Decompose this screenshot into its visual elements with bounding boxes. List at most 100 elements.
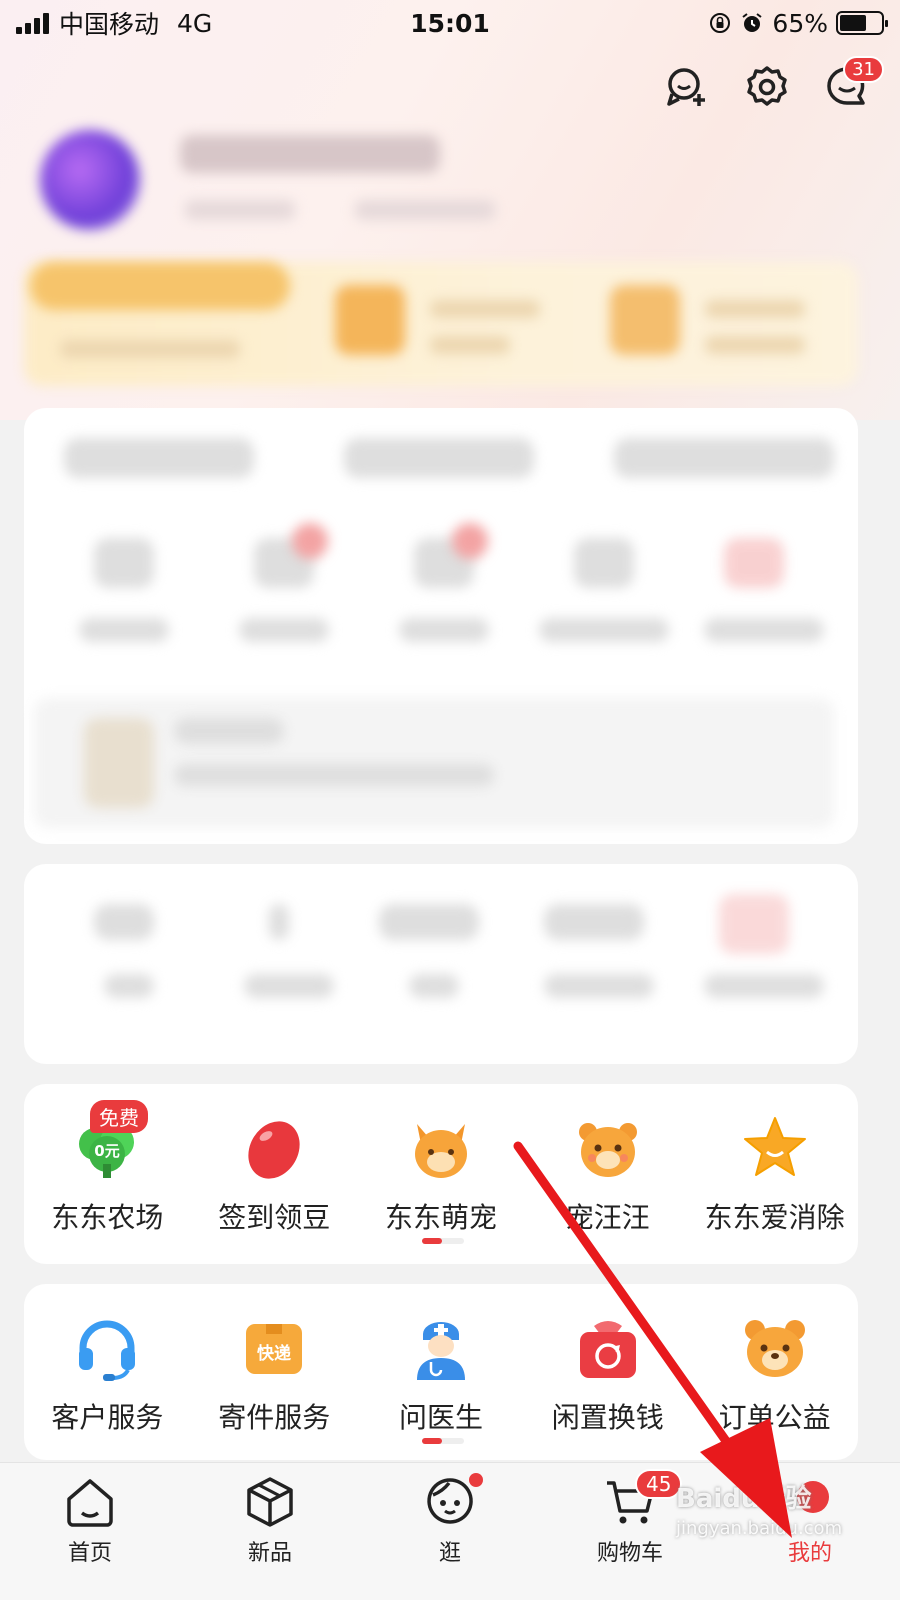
- menu-label: 签到领豆: [218, 1201, 331, 1234]
- network-type: 4G: [177, 8, 213, 38]
- blurred-value: [94, 904, 154, 940]
- blurred-text: [704, 974, 824, 998]
- profile-stat-blurred: [185, 200, 295, 220]
- alarm-icon: [742, 13, 763, 32]
- blurred-text: [244, 974, 334, 998]
- blurred-icon: [574, 538, 634, 588]
- blurred-product-image: [84, 718, 154, 808]
- nav-label: 购物车: [596, 1541, 663, 1566]
- menu-item-customer-service[interactable]: 客户服务: [24, 1284, 191, 1436]
- blurred-text: [539, 618, 669, 642]
- avatar[interactable]: [40, 130, 140, 230]
- cart-icon: 45: [603, 1469, 683, 1529]
- blurred-icon: [94, 538, 154, 588]
- membership-text-blurred: [705, 300, 805, 318]
- message-icon[interactable]: 31: [824, 56, 884, 110]
- assets-card-blurred: [24, 864, 858, 1064]
- nav-label: 新品: [247, 1541, 292, 1566]
- menu-item-doctor[interactable]: 问医生: [358, 1284, 525, 1436]
- blurred-tab: [614, 438, 834, 478]
- menu-item-elimination[interactable]: 东东爱消除: [691, 1084, 858, 1236]
- blurred-order-tracking: [34, 698, 834, 828]
- menu-label: 宠汪汪: [565, 1201, 650, 1234]
- nav-label: 首页: [67, 1541, 112, 1566]
- membership-text-blurred: [705, 336, 805, 354]
- menu-item-charity[interactable]: 订单公益: [691, 1284, 858, 1436]
- box-icon: [243, 1475, 297, 1529]
- express-box-icon: 快递: [240, 1314, 308, 1382]
- services-pager: [422, 1438, 464, 1444]
- games-pager: [422, 1238, 464, 1244]
- dog-icon: [574, 1114, 642, 1182]
- star-icon: [741, 1114, 809, 1182]
- watermark-url: jingyan.baidu.com: [676, 1518, 843, 1539]
- menu-item-cute-pet[interactable]: 东东萌宠: [358, 1084, 525, 1236]
- cute-pet-icon: [407, 1114, 475, 1182]
- farm-icon-text: 0元: [95, 1142, 120, 1160]
- nav-discover[interactable]: 逛: [360, 1463, 540, 1600]
- blurred-icon: [724, 538, 784, 588]
- nav-home[interactable]: 首页: [0, 1463, 180, 1600]
- home-icon: [63, 1475, 117, 1529]
- blurred-text: [399, 618, 489, 642]
- menu-item-dog[interactable]: 宠汪汪: [524, 1084, 691, 1236]
- blurred-icon: [719, 894, 789, 954]
- bear-icon: [741, 1314, 809, 1382]
- express-icon-text: 快递: [257, 1343, 291, 1364]
- red-bean-icon: [240, 1114, 308, 1182]
- nav-new-products[interactable]: 新品: [180, 1463, 360, 1600]
- blurred-tab: [344, 438, 534, 478]
- gear-icon[interactable]: [744, 64, 790, 110]
- membership-text-blurred: [430, 336, 510, 354]
- menu-label: 东东萌宠: [384, 1201, 497, 1234]
- status-bar: 中国移动 4G 15:01 65%: [0, 0, 900, 46]
- services-card: 客户服务 快递 寄件服务 问医生 闲置换钱 订单公益: [24, 1284, 858, 1460]
- menu-item-farm[interactable]: 0元 免费 东东农场: [24, 1084, 191, 1236]
- headset-icon: [73, 1314, 141, 1382]
- membership-text-blurred: [60, 340, 240, 358]
- blurred-text: [174, 718, 284, 744]
- username-blurred: [180, 135, 440, 173]
- new-dot: [469, 1473, 483, 1487]
- orders-card-blurred: [24, 408, 858, 844]
- blurred-text: [79, 618, 169, 642]
- blurred-text: [704, 618, 824, 642]
- menu-label: 问医生: [398, 1401, 483, 1434]
- blurred-tab: [64, 438, 254, 478]
- menu-label: 客户服务: [51, 1401, 164, 1434]
- blurred-value: [379, 904, 479, 940]
- nav-label: 我的: [787, 1541, 832, 1566]
- signal-icon: [16, 12, 49, 34]
- doctor-icon: [407, 1314, 475, 1382]
- menu-label: 东东农场: [51, 1201, 164, 1234]
- menu-item-idle-exchange[interactable]: 闲置换钱: [524, 1284, 691, 1436]
- add-friend-icon[interactable]: [664, 64, 710, 110]
- membership-pill-blurred: [30, 262, 290, 310]
- menu-item-signin-beans[interactable]: 签到领豆: [191, 1084, 358, 1236]
- membership-icon-blurred: [335, 285, 405, 355]
- header-actions: 31: [664, 56, 884, 110]
- profile-stat-blurred: [355, 200, 495, 220]
- menu-label: 寄件服务: [218, 1401, 331, 1434]
- menu-label: 闲置换钱: [551, 1401, 664, 1434]
- games-card: 0元 免费 东东农场 签到领豆 东东萌宠 宠汪汪 东东爱消除: [24, 1084, 858, 1264]
- blurred-badge: [292, 523, 328, 559]
- blurred-value: [269, 904, 289, 940]
- membership-icon-blurred: [610, 285, 680, 355]
- blurred-badge: [452, 523, 488, 559]
- menu-label: 订单公益: [718, 1401, 831, 1434]
- menu-label: 东东爱消除: [704, 1201, 845, 1234]
- recycle-bag-icon: [574, 1314, 642, 1382]
- blurred-text: [409, 974, 459, 998]
- blurred-text: [239, 618, 329, 642]
- watermark-logo: Baidu经验: [676, 1484, 812, 1514]
- orientation-lock-icon: [710, 13, 731, 33]
- nav-label: 逛: [438, 1541, 461, 1566]
- message-badge: 31: [843, 56, 884, 83]
- battery-icon: [836, 11, 888, 35]
- battery-percent: 65%: [772, 8, 828, 38]
- membership-text-blurred: [430, 300, 540, 318]
- blurred-text: [104, 974, 154, 998]
- blurred-text: [544, 974, 654, 998]
- menu-item-express[interactable]: 快递 寄件服务: [191, 1284, 358, 1436]
